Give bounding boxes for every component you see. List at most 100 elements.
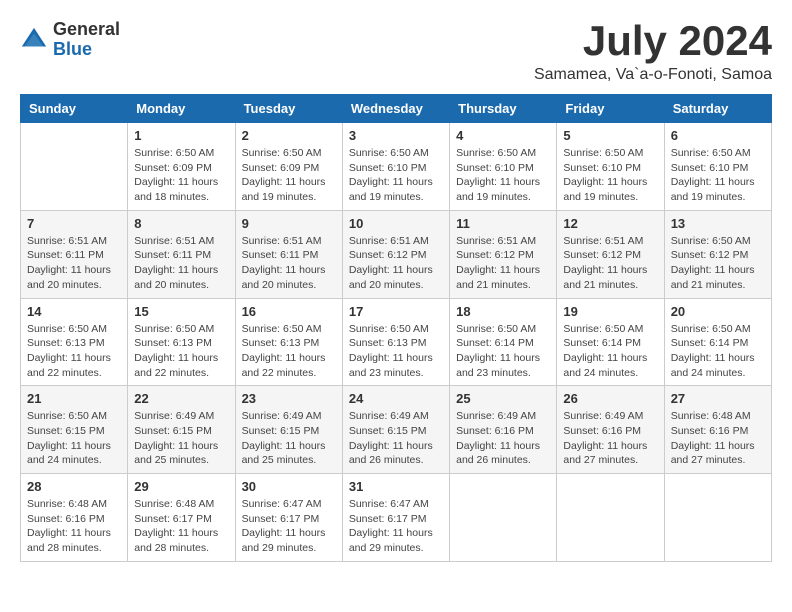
header: General Blue July 2024 Samamea, Va`a-o-F…	[20, 20, 772, 84]
day-cell-1-4: 11 Sunrise: 6:51 AMSunset: 6:12 PMDaylig…	[450, 210, 557, 298]
day-number: 8	[134, 216, 228, 231]
calendar-header-row: Sunday Monday Tuesday Wednesday Thursday…	[21, 95, 772, 123]
day-cell-0-2: 2 Sunrise: 6:50 AMSunset: 6:09 PMDayligh…	[235, 123, 342, 211]
day-info: Sunrise: 6:50 AMSunset: 6:14 PMDaylight:…	[456, 322, 550, 381]
day-info: Sunrise: 6:47 AMSunset: 6:17 PMDaylight:…	[242, 497, 336, 556]
day-info: Sunrise: 6:51 AMSunset: 6:11 PMDaylight:…	[27, 234, 121, 293]
day-cell-4-0: 28 Sunrise: 6:48 AMSunset: 6:16 PMDaylig…	[21, 474, 128, 562]
day-number: 20	[671, 304, 765, 319]
week-row-3: 14 Sunrise: 6:50 AMSunset: 6:13 PMDaylig…	[21, 298, 772, 386]
day-info: Sunrise: 6:49 AMSunset: 6:15 PMDaylight:…	[349, 409, 443, 468]
day-number: 15	[134, 304, 228, 319]
day-info: Sunrise: 6:50 AMSunset: 6:10 PMDaylight:…	[563, 146, 657, 205]
day-cell-4-6	[664, 474, 771, 562]
day-number: 23	[242, 391, 336, 406]
day-info: Sunrise: 6:50 AMSunset: 6:14 PMDaylight:…	[671, 322, 765, 381]
day-info: Sunrise: 6:50 AMSunset: 6:09 PMDaylight:…	[134, 146, 228, 205]
day-number: 30	[242, 479, 336, 494]
day-number: 2	[242, 128, 336, 143]
day-info: Sunrise: 6:50 AMSunset: 6:13 PMDaylight:…	[27, 322, 121, 381]
location-subtitle: Samamea, Va`a-o-Fonoti, Samoa	[534, 66, 772, 84]
day-info: Sunrise: 6:51 AMSunset: 6:12 PMDaylight:…	[563, 234, 657, 293]
day-cell-1-5: 12 Sunrise: 6:51 AMSunset: 6:12 PMDaylig…	[557, 210, 664, 298]
day-info: Sunrise: 6:50 AMSunset: 6:13 PMDaylight:…	[242, 322, 336, 381]
day-number: 10	[349, 216, 443, 231]
day-number: 7	[27, 216, 121, 231]
day-number: 31	[349, 479, 443, 494]
day-info: Sunrise: 6:50 AMSunset: 6:12 PMDaylight:…	[671, 234, 765, 293]
day-info: Sunrise: 6:50 AMSunset: 6:14 PMDaylight:…	[563, 322, 657, 381]
day-number: 12	[563, 216, 657, 231]
day-cell-0-5: 5 Sunrise: 6:50 AMSunset: 6:10 PMDayligh…	[557, 123, 664, 211]
day-cell-2-1: 15 Sunrise: 6:50 AMSunset: 6:13 PMDaylig…	[128, 298, 235, 386]
day-number: 1	[134, 128, 228, 143]
day-number: 13	[671, 216, 765, 231]
day-cell-3-6: 27 Sunrise: 6:48 AMSunset: 6:16 PMDaylig…	[664, 386, 771, 474]
day-cell-1-3: 10 Sunrise: 6:51 AMSunset: 6:12 PMDaylig…	[342, 210, 449, 298]
day-cell-0-0	[21, 123, 128, 211]
day-info: Sunrise: 6:48 AMSunset: 6:17 PMDaylight:…	[134, 497, 228, 556]
logo: General Blue	[20, 20, 120, 60]
day-number: 26	[563, 391, 657, 406]
day-info: Sunrise: 6:49 AMSunset: 6:15 PMDaylight:…	[134, 409, 228, 468]
day-cell-4-1: 29 Sunrise: 6:48 AMSunset: 6:17 PMDaylig…	[128, 474, 235, 562]
day-cell-3-1: 22 Sunrise: 6:49 AMSunset: 6:15 PMDaylig…	[128, 386, 235, 474]
day-cell-3-0: 21 Sunrise: 6:50 AMSunset: 6:15 PMDaylig…	[21, 386, 128, 474]
day-number: 5	[563, 128, 657, 143]
day-cell-2-6: 20 Sunrise: 6:50 AMSunset: 6:14 PMDaylig…	[664, 298, 771, 386]
day-info: Sunrise: 6:47 AMSunset: 6:17 PMDaylight:…	[349, 497, 443, 556]
day-cell-0-6: 6 Sunrise: 6:50 AMSunset: 6:10 PMDayligh…	[664, 123, 771, 211]
day-cell-3-5: 26 Sunrise: 6:49 AMSunset: 6:16 PMDaylig…	[557, 386, 664, 474]
day-cell-2-5: 19 Sunrise: 6:50 AMSunset: 6:14 PMDaylig…	[557, 298, 664, 386]
title-section: July 2024 Samamea, Va`a-o-Fonoti, Samoa	[534, 20, 772, 84]
day-cell-4-3: 31 Sunrise: 6:47 AMSunset: 6:17 PMDaylig…	[342, 474, 449, 562]
day-cell-1-1: 8 Sunrise: 6:51 AMSunset: 6:11 PMDayligh…	[128, 210, 235, 298]
day-info: Sunrise: 6:50 AMSunset: 6:15 PMDaylight:…	[27, 409, 121, 468]
day-number: 9	[242, 216, 336, 231]
month-year-title: July 2024	[534, 20, 772, 62]
day-cell-3-2: 23 Sunrise: 6:49 AMSunset: 6:15 PMDaylig…	[235, 386, 342, 474]
col-saturday: Saturday	[664, 95, 771, 123]
day-info: Sunrise: 6:51 AMSunset: 6:11 PMDaylight:…	[134, 234, 228, 293]
logo-general-text: General	[53, 20, 120, 40]
day-number: 24	[349, 391, 443, 406]
day-cell-1-6: 13 Sunrise: 6:50 AMSunset: 6:12 PMDaylig…	[664, 210, 771, 298]
day-number: 18	[456, 304, 550, 319]
day-cell-0-4: 4 Sunrise: 6:50 AMSunset: 6:10 PMDayligh…	[450, 123, 557, 211]
day-cell-2-2: 16 Sunrise: 6:50 AMSunset: 6:13 PMDaylig…	[235, 298, 342, 386]
day-number: 11	[456, 216, 550, 231]
day-number: 27	[671, 391, 765, 406]
col-friday: Friday	[557, 95, 664, 123]
day-number: 29	[134, 479, 228, 494]
day-number: 25	[456, 391, 550, 406]
day-info: Sunrise: 6:50 AMSunset: 6:09 PMDaylight:…	[242, 146, 336, 205]
day-number: 21	[27, 391, 121, 406]
day-cell-2-4: 18 Sunrise: 6:50 AMSunset: 6:14 PMDaylig…	[450, 298, 557, 386]
day-info: Sunrise: 6:50 AMSunset: 6:10 PMDaylight:…	[671, 146, 765, 205]
col-wednesday: Wednesday	[342, 95, 449, 123]
day-number: 4	[456, 128, 550, 143]
col-sunday: Sunday	[21, 95, 128, 123]
day-number: 14	[27, 304, 121, 319]
day-info: Sunrise: 6:50 AMSunset: 6:10 PMDaylight:…	[456, 146, 550, 205]
day-info: Sunrise: 6:48 AMSunset: 6:16 PMDaylight:…	[27, 497, 121, 556]
col-monday: Monday	[128, 95, 235, 123]
day-number: 6	[671, 128, 765, 143]
day-info: Sunrise: 6:50 AMSunset: 6:13 PMDaylight:…	[349, 322, 443, 381]
day-number: 28	[27, 479, 121, 494]
day-info: Sunrise: 6:48 AMSunset: 6:16 PMDaylight:…	[671, 409, 765, 468]
col-thursday: Thursday	[450, 95, 557, 123]
day-info: Sunrise: 6:50 AMSunset: 6:10 PMDaylight:…	[349, 146, 443, 205]
day-number: 16	[242, 304, 336, 319]
week-row-4: 21 Sunrise: 6:50 AMSunset: 6:15 PMDaylig…	[21, 386, 772, 474]
day-cell-0-1: 1 Sunrise: 6:50 AMSunset: 6:09 PMDayligh…	[128, 123, 235, 211]
day-number: 17	[349, 304, 443, 319]
week-row-5: 28 Sunrise: 6:48 AMSunset: 6:16 PMDaylig…	[21, 474, 772, 562]
day-cell-2-0: 14 Sunrise: 6:50 AMSunset: 6:13 PMDaylig…	[21, 298, 128, 386]
calendar-table: Sunday Monday Tuesday Wednesday Thursday…	[20, 94, 772, 562]
col-tuesday: Tuesday	[235, 95, 342, 123]
week-row-1: 1 Sunrise: 6:50 AMSunset: 6:09 PMDayligh…	[21, 123, 772, 211]
day-info: Sunrise: 6:51 AMSunset: 6:12 PMDaylight:…	[456, 234, 550, 293]
day-cell-4-5	[557, 474, 664, 562]
day-cell-1-2: 9 Sunrise: 6:51 AMSunset: 6:11 PMDayligh…	[235, 210, 342, 298]
